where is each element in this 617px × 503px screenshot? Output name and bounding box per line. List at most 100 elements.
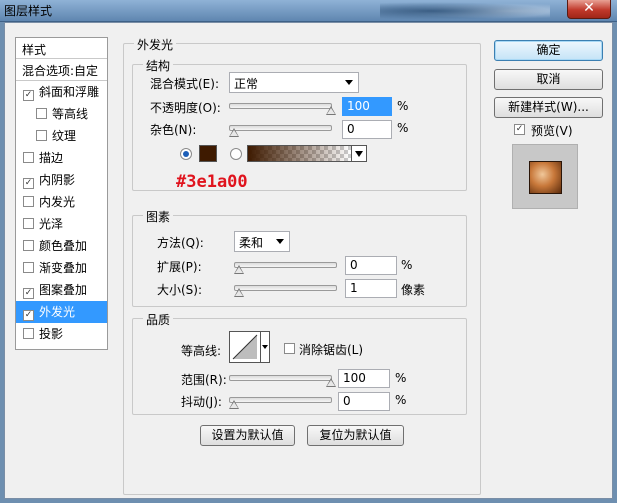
reset-default-button[interactable]: 复位为默认值 xyxy=(307,425,404,446)
gradient-swatch[interactable] xyxy=(247,145,352,162)
blend-mode-label: 混合模式(E): xyxy=(150,77,219,91)
blend-mode-select[interactable]: 正常 xyxy=(229,72,359,93)
style-item[interactable]: 内发光 xyxy=(16,191,107,213)
style-item-label: 图案叠加 xyxy=(39,283,88,297)
preview-checkbox[interactable] xyxy=(514,124,525,135)
jitter-slider[interactable] xyxy=(229,397,332,409)
opacity-slider-thumb[interactable] xyxy=(326,106,336,115)
style-item-checkbox[interactable] xyxy=(23,196,34,207)
style-item-checkbox[interactable] xyxy=(23,288,34,299)
anti-alias-checkbox[interactable] xyxy=(284,343,295,354)
gradient-dropdown[interactable] xyxy=(351,145,367,162)
style-item-label: 渐变叠加 xyxy=(39,261,88,275)
style-item-checkbox[interactable] xyxy=(23,262,34,273)
range-slider[interactable] xyxy=(229,375,336,387)
blend-mode-value: 正常 xyxy=(234,77,259,91)
style-item-label: 纹理 xyxy=(52,129,77,143)
glow-color-swatch[interactable] xyxy=(199,145,217,162)
window-title: 图层样式 xyxy=(4,4,53,18)
close-button[interactable]: ✕ xyxy=(567,0,611,19)
size-input[interactable]: 1 xyxy=(345,279,397,298)
style-item-checkbox[interactable] xyxy=(36,130,47,141)
title-bar-background xyxy=(380,2,550,20)
spread-slider[interactable] xyxy=(234,262,337,274)
opacity-label: 不透明度(O): xyxy=(150,101,221,115)
style-item-checkbox[interactable] xyxy=(23,152,34,163)
style-items: 斜面和浮雕等高线纹理描边内阴影内发光光泽颜色叠加渐变叠加图案叠加外发光投影 xyxy=(16,81,107,345)
outer-glow-title: 外发光 xyxy=(134,36,177,53)
style-item[interactable]: 等高线 xyxy=(16,103,107,125)
style-item-checkbox[interactable] xyxy=(23,310,34,321)
chevron-down-icon xyxy=(276,239,284,244)
style-item[interactable]: 外发光 xyxy=(16,301,107,323)
range-slider-thumb[interactable] xyxy=(326,378,336,387)
style-item[interactable]: 投影 xyxy=(16,323,107,345)
contour-picker[interactable] xyxy=(229,331,261,363)
style-item-label: 外发光 xyxy=(39,305,76,319)
jitter-percent-sign: % xyxy=(395,393,407,407)
ok-button[interactable]: 确定 xyxy=(494,40,603,61)
gradient-radio[interactable] xyxy=(230,148,242,160)
layer-style-dialog: 样式 混合选项:自定 斜面和浮雕等高线纹理描边内阴影内发光光泽颜色叠加渐变叠加图… xyxy=(4,22,613,499)
style-item-checkbox[interactable] xyxy=(36,108,47,119)
contour-label: 等高线: xyxy=(181,344,222,358)
technique-select[interactable]: 柔和 xyxy=(234,231,290,252)
cancel-button[interactable]: 取消 xyxy=(494,69,603,90)
spread-percent-sign: % xyxy=(401,258,413,272)
noise-slider[interactable] xyxy=(229,125,332,137)
style-item[interactable]: 图案叠加 xyxy=(16,279,107,301)
structure-title: 结构 xyxy=(143,57,174,74)
preview-label: 预览(V) xyxy=(531,124,573,138)
style-item-checkbox[interactable] xyxy=(23,218,34,229)
jitter-value: 0 xyxy=(343,394,351,408)
size-unit: 像素 xyxy=(401,283,426,297)
spread-slider-thumb[interactable] xyxy=(234,265,244,274)
size-slider-thumb[interactable] xyxy=(234,288,244,297)
color-annotation: #3e1a00 xyxy=(176,172,248,192)
style-item[interactable]: 纹理 xyxy=(16,125,107,147)
range-percent-sign: % xyxy=(395,371,407,385)
range-input[interactable]: 100 xyxy=(338,369,390,388)
contour-dropdown[interactable] xyxy=(260,331,270,363)
style-item[interactable]: 描边 xyxy=(16,147,107,169)
opacity-slider[interactable] xyxy=(229,103,336,115)
style-item-label: 颜色叠加 xyxy=(39,239,88,253)
set-default-button[interactable]: 设置为默认值 xyxy=(200,425,295,446)
preview-image xyxy=(529,161,562,194)
spread-label: 扩展(P): xyxy=(157,260,202,274)
spread-input[interactable]: 0 xyxy=(345,256,397,275)
new-style-button[interactable]: 新建样式(W)... xyxy=(494,97,603,118)
size-slider[interactable] xyxy=(234,285,337,297)
opacity-input[interactable]: 100 xyxy=(342,97,392,116)
quality-group: 品质 等高线: 消除锯齿(L) 范围(R): 100 % 抖动(J): 0 % xyxy=(132,311,467,415)
style-item-checkbox[interactable] xyxy=(23,328,34,339)
style-item-label: 斜面和浮雕 xyxy=(39,85,100,99)
noise-input[interactable]: 0 xyxy=(342,120,392,139)
style-item[interactable]: 光泽 xyxy=(16,213,107,235)
style-item-checkbox[interactable] xyxy=(23,240,34,251)
style-item-label: 等高线 xyxy=(52,107,89,121)
technique-value: 柔和 xyxy=(239,236,264,250)
technique-label: 方法(Q): xyxy=(157,236,204,250)
style-list-header[interactable]: 样式 xyxy=(16,38,107,59)
style-item[interactable]: 渐变叠加 xyxy=(16,257,107,279)
jitter-slider-thumb[interactable] xyxy=(229,400,239,409)
title-bar: 图层样式 ✕ xyxy=(0,0,617,22)
range-label: 范围(R): xyxy=(181,373,227,387)
jitter-input[interactable]: 0 xyxy=(338,392,390,411)
blend-options-item[interactable]: 混合选项:自定 xyxy=(16,59,107,81)
solid-color-radio[interactable] xyxy=(180,148,192,160)
style-item[interactable]: 颜色叠加 xyxy=(16,235,107,257)
outer-glow-group: 外发光 结构 混合模式(E): 正常 不透明度(O): 100 % 杂色(N):… xyxy=(123,36,481,495)
size-value: 1 xyxy=(350,281,358,295)
chevron-down-icon xyxy=(262,345,268,349)
chevron-down-icon xyxy=(355,151,363,157)
elements-group: 图素 方法(Q): 柔和 扩展(P): 0 % 大小(S): 1 像素 xyxy=(132,208,467,307)
style-item-checkbox[interactable] xyxy=(23,90,34,101)
style-item[interactable]: 斜面和浮雕 xyxy=(16,81,107,103)
style-item-checkbox[interactable] xyxy=(23,178,34,189)
noise-slider-thumb[interactable] xyxy=(229,128,239,137)
style-item[interactable]: 内阴影 xyxy=(16,169,107,191)
style-item-label: 光泽 xyxy=(39,217,64,231)
spread-value: 0 xyxy=(350,258,358,272)
